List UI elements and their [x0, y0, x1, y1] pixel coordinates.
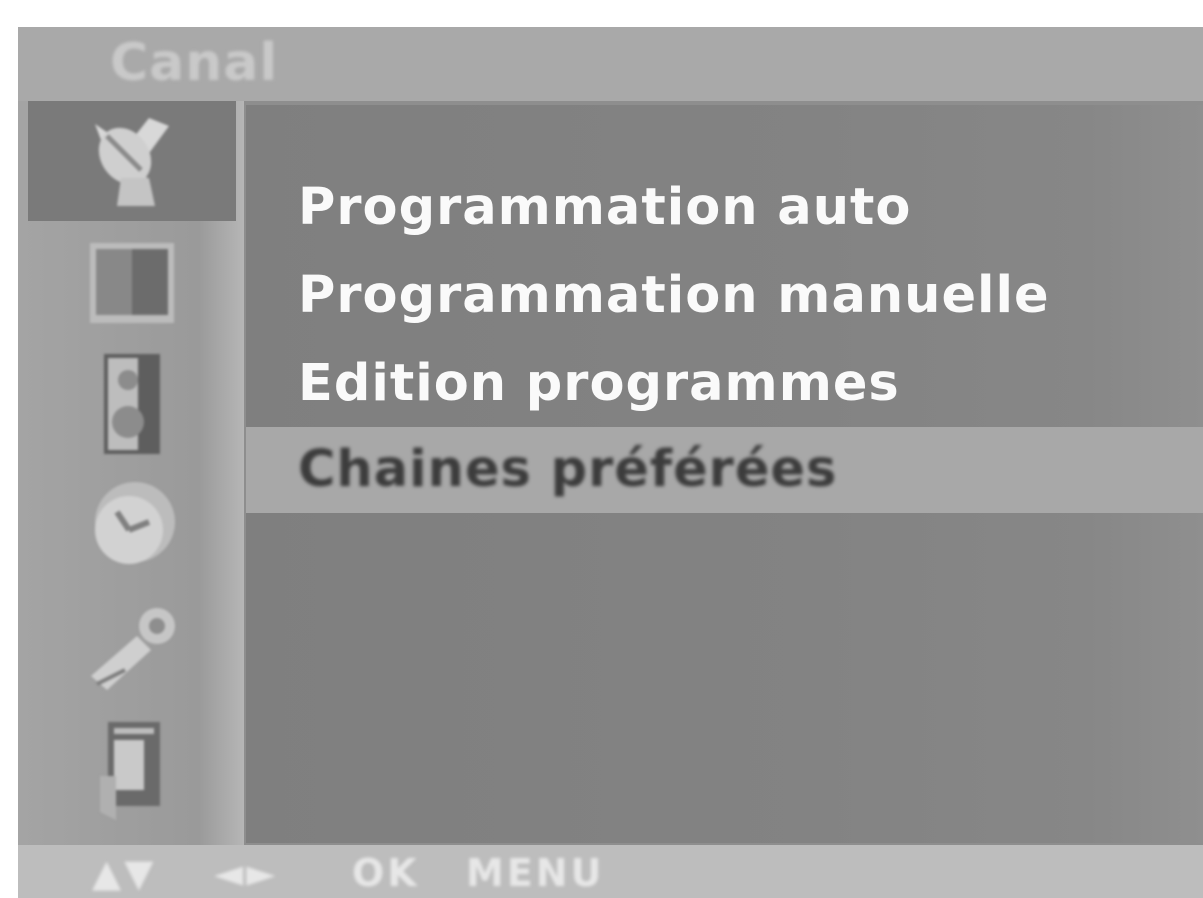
sidebar-item-channel[interactable] [28, 101, 236, 221]
menu-item-manual-programming[interactable]: Programmation manuelle [246, 253, 1203, 339]
menu-title: Canal [110, 33, 279, 93]
navigation-hint-bar: ▲▼ ◄► OK MENU [18, 845, 1203, 898]
menu-hint: MENU [466, 851, 605, 895]
teletext-icon [100, 722, 160, 820]
menu-panel: Programmation auto Programmation manuell… [246, 105, 1203, 843]
sidebar-item-sound[interactable] [28, 345, 236, 465]
menu-item-auto-programming[interactable]: Programmation auto [246, 165, 1203, 251]
sidebar-item-time[interactable] [28, 467, 236, 587]
clock-icon [95, 482, 175, 564]
osd-menu: Canal Programmation auto Programmation m… [18, 27, 1203, 898]
sidebar-item-setup[interactable] [28, 589, 236, 709]
ok-hint: OK [352, 851, 420, 895]
satellite-dish-icon [95, 118, 169, 206]
setup-icon [91, 608, 175, 690]
speaker-icon [104, 354, 160, 454]
sidebar-item-teletext[interactable] [28, 711, 236, 831]
menu-item-label: Programmation manuelle [298, 266, 1050, 325]
sidebar-item-picture[interactable] [28, 223, 236, 343]
menu-item-programme-edit[interactable]: Edition programmes [246, 341, 1203, 427]
up-down-arrows-hint: ▲▼ [92, 851, 157, 895]
menu-item-favourite-channels[interactable]: Chaines préférées [246, 427, 1203, 513]
sidebar [18, 101, 244, 845]
title-bar: Canal [18, 27, 1203, 101]
menu-item-label: Programmation auto [298, 178, 912, 237]
menu-item-label: Chaines préférées [298, 440, 838, 499]
picture-icon [90, 243, 174, 323]
menu-item-label: Edition programmes [298, 354, 900, 413]
left-right-arrows-hint: ◄► [214, 851, 279, 895]
